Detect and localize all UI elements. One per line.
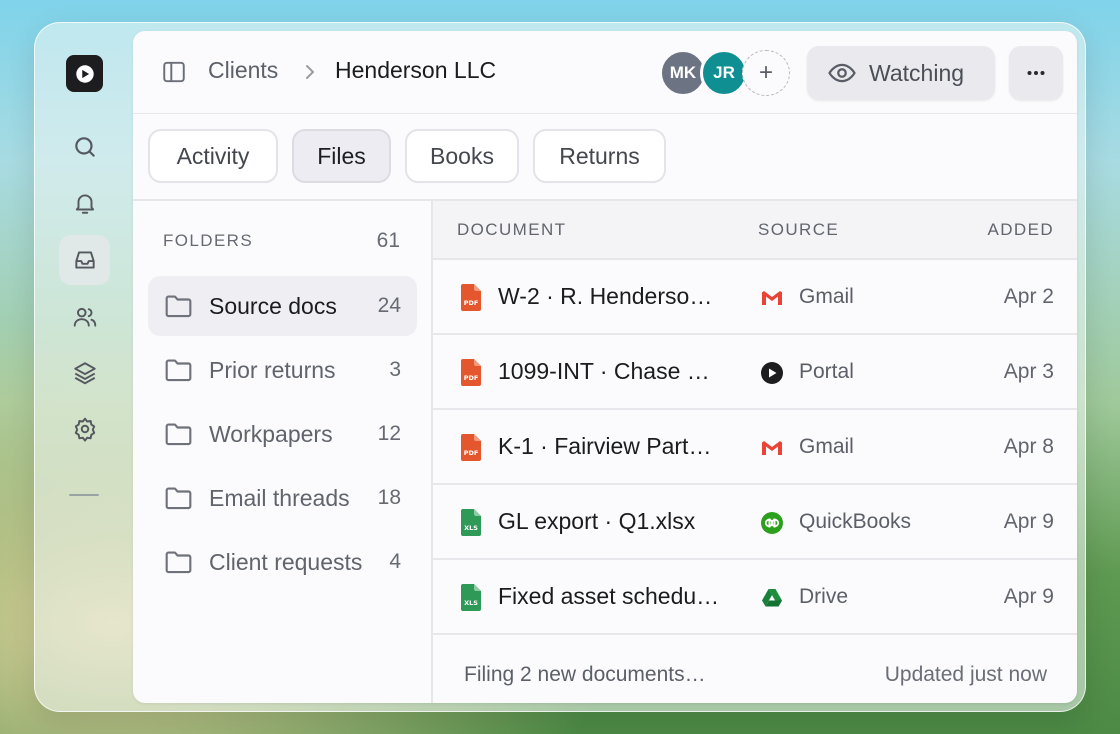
table-row[interactable]: PDF W-2 · R. Henderson.pdf Gmail Apr 2 (433, 260, 1077, 335)
quickbooks-icon (761, 512, 783, 534)
folder-label: Workpapers (209, 421, 333, 447)
document-name: 1099-INT · Chase Bank.pdf (498, 358, 723, 384)
table-row[interactable]: XLS GL export · Q1.xlsx QuickBooks Apr 9 (433, 485, 1077, 560)
svg-text:XLS: XLS (464, 599, 478, 607)
folder-label: Email threads (209, 485, 350, 511)
app-logo-icon[interactable] (66, 55, 103, 92)
users-icon[interactable] (59, 292, 110, 342)
folder-count: 24 (377, 294, 401, 317)
folder-label: Prior returns (209, 357, 336, 383)
added-date: Apr 8 (1003, 435, 1054, 458)
nav-rail (34, 22, 134, 712)
tab-bar: Activity Files Books Returns (133, 114, 1077, 201)
folder-count: 18 (377, 486, 401, 509)
folder-client-requests[interactable]: Client requests 4 (148, 532, 417, 592)
sidebar-toggle-icon[interactable] (161, 59, 187, 85)
gmail-icon (762, 291, 782, 305)
tab-books[interactable]: Books (405, 129, 519, 183)
eye-icon (828, 63, 856, 83)
documents-table: DOCUMENT SOURCE ADDED PDF W-2 · R. Hende… (433, 201, 1077, 703)
watching-button[interactable]: Watching (807, 46, 995, 100)
folder-workpapers[interactable]: Workpapers 12 (148, 404, 417, 464)
tab-returns[interactable]: Returns (533, 129, 666, 183)
folder-email-threads[interactable]: Email threads 18 (148, 468, 417, 528)
source-name: Portal (799, 360, 854, 383)
more-horizontal-icon (1027, 71, 1045, 75)
folder-label: Source docs (209, 293, 337, 319)
watching-label: Watching (869, 59, 965, 86)
column-added[interactable]: ADDED (987, 220, 1054, 240)
bell-icon[interactable] (59, 178, 110, 228)
document-name: Fixed asset schedule.xlsx (498, 583, 723, 609)
avatar-jr[interactable]: JR (700, 49, 748, 97)
tab-files[interactable]: Files (292, 129, 391, 183)
more-options-button[interactable] (1009, 46, 1063, 100)
pdf-file-icon: PDF (461, 284, 481, 311)
added-date: Apr 3 (1003, 360, 1054, 383)
folders-total: 61 (376, 229, 400, 252)
added-date: Apr 9 (1003, 585, 1054, 608)
folder-count: 12 (377, 422, 401, 445)
folder-count: 3 (389, 358, 401, 381)
document-name: K-1 · Fairview Partners.pdf (498, 433, 723, 459)
folder-count: 4 (389, 550, 401, 573)
main-panel: Clients Henderson LLC MK JR + Watching A… (133, 31, 1077, 703)
folder-icon (165, 487, 192, 510)
tab-activity[interactable]: Activity (148, 129, 278, 183)
svg-text:PDF: PDF (464, 449, 479, 457)
top-bar: Clients Henderson LLC MK JR + Watching (133, 31, 1077, 114)
folder-label: Client requests (209, 549, 363, 575)
svg-text:PDF: PDF (464, 299, 479, 307)
gmail-icon (762, 441, 782, 455)
breadcrumb-parent[interactable]: Clients (208, 57, 278, 84)
svg-text:PDF: PDF (464, 374, 479, 382)
folder-list: FOLDERS 61 Source docs 24 Prior returns … (133, 201, 433, 703)
gear-icon[interactable] (59, 404, 110, 454)
folder-source-docs[interactable]: Source docs 24 (148, 276, 417, 336)
folder-icon (165, 295, 192, 318)
rail-divider (69, 494, 99, 496)
source-name: Drive (799, 585, 849, 608)
column-document[interactable]: DOCUMENT (457, 220, 566, 240)
svg-text:XLS: XLS (464, 524, 478, 532)
portal-icon (761, 362, 783, 384)
chevron-right-icon (303, 63, 317, 81)
pdf-file-icon: PDF (461, 434, 481, 461)
filing-status: Filing 2 new documents… (464, 663, 706, 686)
folders-heading: FOLDERS (163, 231, 254, 250)
table-row[interactable]: PDF K-1 · Fairview Partners.pdf Gmail Ap… (433, 410, 1077, 485)
folder-icon (165, 423, 192, 446)
source-name: Gmail (799, 285, 854, 308)
folder-icon (165, 551, 192, 574)
table-row[interactable]: PDF 1099-INT · Chase Bank.pdf Portal Apr… (433, 335, 1077, 410)
xls-file-icon: XLS (461, 584, 481, 611)
breadcrumb-current: Henderson LLC (335, 57, 497, 83)
pdf-file-icon: PDF (461, 359, 481, 386)
folder-icon (165, 359, 192, 382)
document-name: W-2 · R. Henderson.pdf (498, 283, 723, 309)
search-icon[interactable] (59, 122, 110, 172)
updated-timestamp: Updated just now (884, 663, 1047, 686)
folder-prior-returns[interactable]: Prior returns 3 (148, 340, 417, 400)
document-name: GL export · Q1.xlsx (498, 508, 696, 534)
table-row[interactable]: XLS Fixed asset schedule.xlsx Drive Apr … (433, 560, 1077, 635)
added-date: Apr 9 (1003, 510, 1054, 533)
drive-icon (762, 589, 782, 607)
added-date: Apr 2 (1003, 285, 1054, 308)
source-name: QuickBooks (799, 510, 912, 533)
column-source[interactable]: SOURCE (758, 220, 839, 240)
add-member-button[interactable]: + (742, 50, 790, 96)
xls-file-icon: XLS (461, 509, 481, 536)
table-header: DOCUMENT SOURCE ADDED (433, 201, 1077, 260)
source-name: Gmail (799, 435, 854, 458)
layers-icon[interactable] (59, 348, 110, 398)
inbox-icon[interactable] (59, 235, 110, 285)
